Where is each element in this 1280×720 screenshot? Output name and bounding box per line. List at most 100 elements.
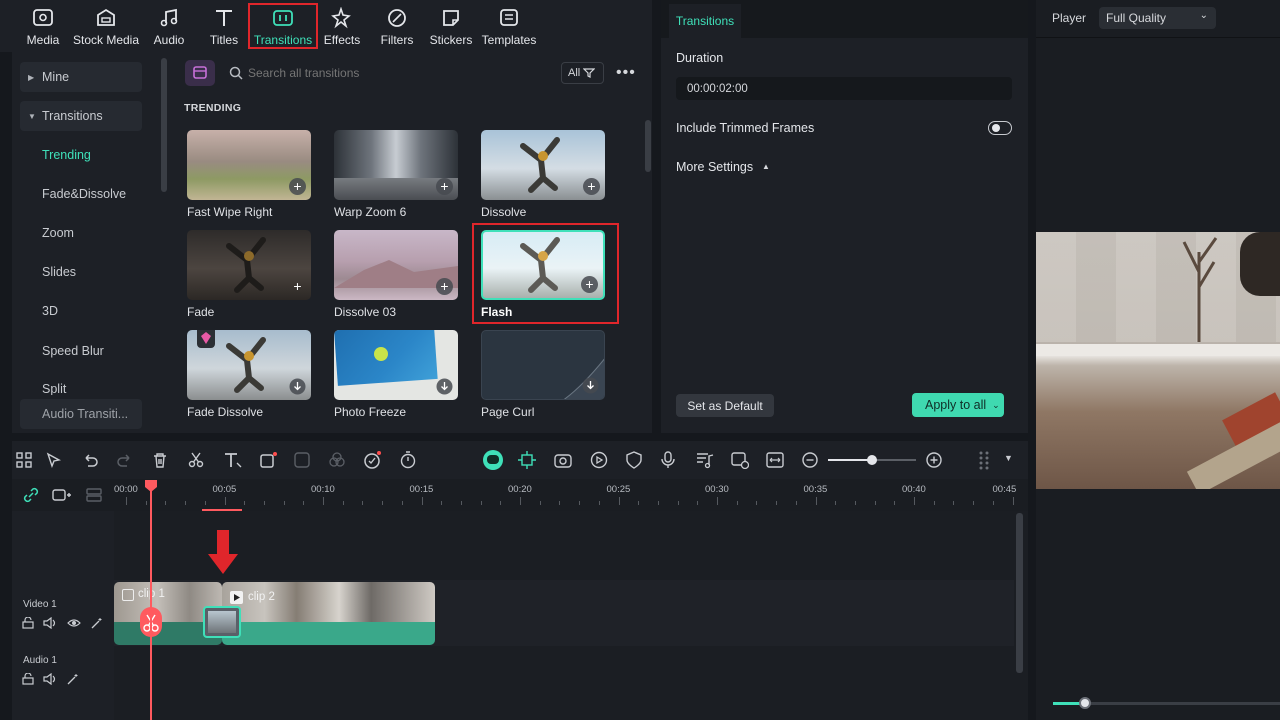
clip-2[interactable]: clip 2 [222, 582, 435, 645]
grid-layout-icon[interactable] [16, 452, 32, 468]
fit-width-icon[interactable] [766, 451, 784, 469]
category-slides[interactable]: Slides [12, 257, 152, 287]
trimmed-frames-toggle[interactable] [988, 121, 1012, 135]
replace-icon[interactable] [731, 451, 749, 469]
lock-icon[interactable] [22, 617, 34, 629]
ai-assistant-icon[interactable] [483, 450, 503, 470]
chevron-down-icon[interactable]: ⌄ [992, 400, 1000, 411]
speed-icon[interactable] [294, 452, 310, 468]
zoom-slider-handle[interactable] [867, 455, 877, 465]
filters-icon [388, 9, 406, 27]
category-scrollbar[interactable] [161, 58, 167, 192]
eye-icon[interactable] [67, 618, 81, 628]
speaker-icon[interactable] [43, 673, 57, 685]
browser-scrollbar[interactable] [645, 120, 651, 172]
drag-handle-icon[interactable] [978, 450, 992, 472]
zoom-out-icon[interactable] [802, 452, 818, 468]
download-icon[interactable] [582, 377, 599, 394]
speaker-icon[interactable] [43, 617, 57, 629]
quality-dropdown[interactable]: Full Quality ⌄ [1099, 7, 1216, 29]
toolbar-filters[interactable]: Filters [378, 0, 416, 52]
transition-thumb-page-curl[interactable] [481, 330, 605, 400]
add-track-icon[interactable] [52, 487, 72, 503]
transition-thumb-fast-wipe-right[interactable]: + [187, 130, 311, 200]
undo-icon[interactable] [82, 452, 98, 468]
select-tool-icon[interactable] [46, 452, 62, 468]
category-zoom[interactable]: Zoom [12, 218, 152, 248]
toolbar-stock-media[interactable]: Stock Media [72, 0, 140, 52]
transition-thumb-dissolve-03[interactable]: + [334, 230, 458, 300]
magic-wand-icon[interactable] [67, 673, 79, 685]
transition-thumb-warp-zoom-6[interactable]: + [334, 130, 458, 200]
music-list-icon[interactable] [696, 451, 714, 469]
category-3d[interactable]: 3D [12, 296, 152, 326]
category-mine[interactable]: ▶ Mine [20, 62, 142, 92]
crop-icon[interactable] [259, 450, 279, 470]
track-manager-icon[interactable] [85, 487, 103, 503]
filter-label: All [568, 67, 581, 79]
add-icon[interactable]: + [289, 278, 306, 295]
delete-icon[interactable] [152, 452, 168, 468]
favorite-toggle[interactable] [185, 60, 215, 86]
set-as-default-button[interactable]: Set as Default [676, 394, 774, 417]
add-icon[interactable]: + [436, 178, 453, 195]
ruler-tick [776, 501, 778, 505]
microphone-icon[interactable] [661, 451, 675, 469]
caret-up-icon[interactable]: ▲ [762, 162, 770, 171]
add-icon[interactable]: + [583, 178, 600, 195]
ruler-tick [697, 501, 699, 505]
zoom-in-icon[interactable] [926, 452, 942, 468]
toolbar-effects[interactable]: Effects [322, 0, 362, 52]
ruler-tick [204, 501, 206, 505]
category-speed-blur[interactable]: Speed Blur [12, 336, 152, 366]
ai-tools-icon[interactable] [363, 450, 383, 470]
ruler-tick [520, 497, 521, 505]
category-trending[interactable]: Trending [12, 140, 152, 170]
play-circle-icon[interactable] [590, 451, 608, 469]
playback-scrubber-handle[interactable] [1079, 697, 1091, 709]
transition-block[interactable] [203, 606, 241, 638]
tab-transitions[interactable]: Transitions [669, 4, 741, 38]
add-icon[interactable]: + [436, 278, 453, 295]
category-transitions[interactable]: ▼ Transitions [20, 101, 142, 131]
more-options-icon[interactable]: ••• [616, 64, 636, 82]
transition-thumb-fade[interactable]: + [187, 230, 311, 300]
toolbar-titles[interactable]: Titles [206, 0, 242, 52]
lock-icon[interactable] [22, 673, 34, 685]
toolbar-stickers[interactable]: Stickers [428, 0, 474, 52]
more-settings-label[interactable]: More Settings [676, 160, 753, 174]
transition-thumb-dissolve[interactable]: + [481, 130, 605, 200]
add-icon[interactable]: + [289, 178, 306, 195]
transition-thumb-photo-freeze[interactable] [334, 330, 458, 400]
playhead-line[interactable] [150, 483, 152, 720]
filter-button[interactable]: All [561, 62, 604, 84]
playhead-handle[interactable] [144, 479, 158, 493]
apply-to-all-button[interactable]: Apply to all ⌄ [912, 393, 1004, 417]
snap-icon[interactable] [518, 451, 536, 469]
toolbar-media[interactable]: Media [22, 0, 64, 52]
category-fade-dissolve[interactable]: Fade&Dissolve [12, 179, 152, 209]
download-icon[interactable] [436, 378, 453, 395]
link-icon[interactable] [23, 487, 39, 503]
timeline-scrollbar[interactable] [1016, 513, 1023, 673]
color-icon[interactable] [329, 452, 345, 468]
player-panel: Player Full Quality ⌄ [1036, 0, 1280, 720]
category-audio-transitions[interactable]: Audio Transiti... [20, 399, 142, 429]
redo-icon[interactable] [117, 452, 133, 468]
toolbar-templates[interactable]: Templates [482, 0, 536, 52]
chevron-down-icon[interactable]: ▼ [1004, 453, 1013, 463]
timer-icon[interactable] [400, 451, 416, 469]
arrow-down-icon [208, 530, 238, 574]
shield-icon[interactable] [626, 451, 642, 469]
timeline-ruler[interactable]: 00:00 00:05 00:10 00:15 00:20 00:25 00:30 00:35… [114, 479, 1028, 511]
camera-icon[interactable] [554, 451, 572, 469]
scissors-icon[interactable] [188, 452, 204, 468]
toolbar-audio[interactable]: Audio [150, 0, 188, 52]
duration-field[interactable]: 00:00:02:00 [676, 77, 1012, 100]
search-input[interactable] [248, 63, 448, 83]
category-split[interactable]: Split [12, 375, 152, 395]
download-icon[interactable] [289, 378, 306, 395]
magic-wand-icon[interactable] [91, 617, 103, 629]
text-tool-icon[interactable] [223, 451, 243, 469]
transition-thumb-fade-dissolve[interactable] [187, 330, 311, 400]
